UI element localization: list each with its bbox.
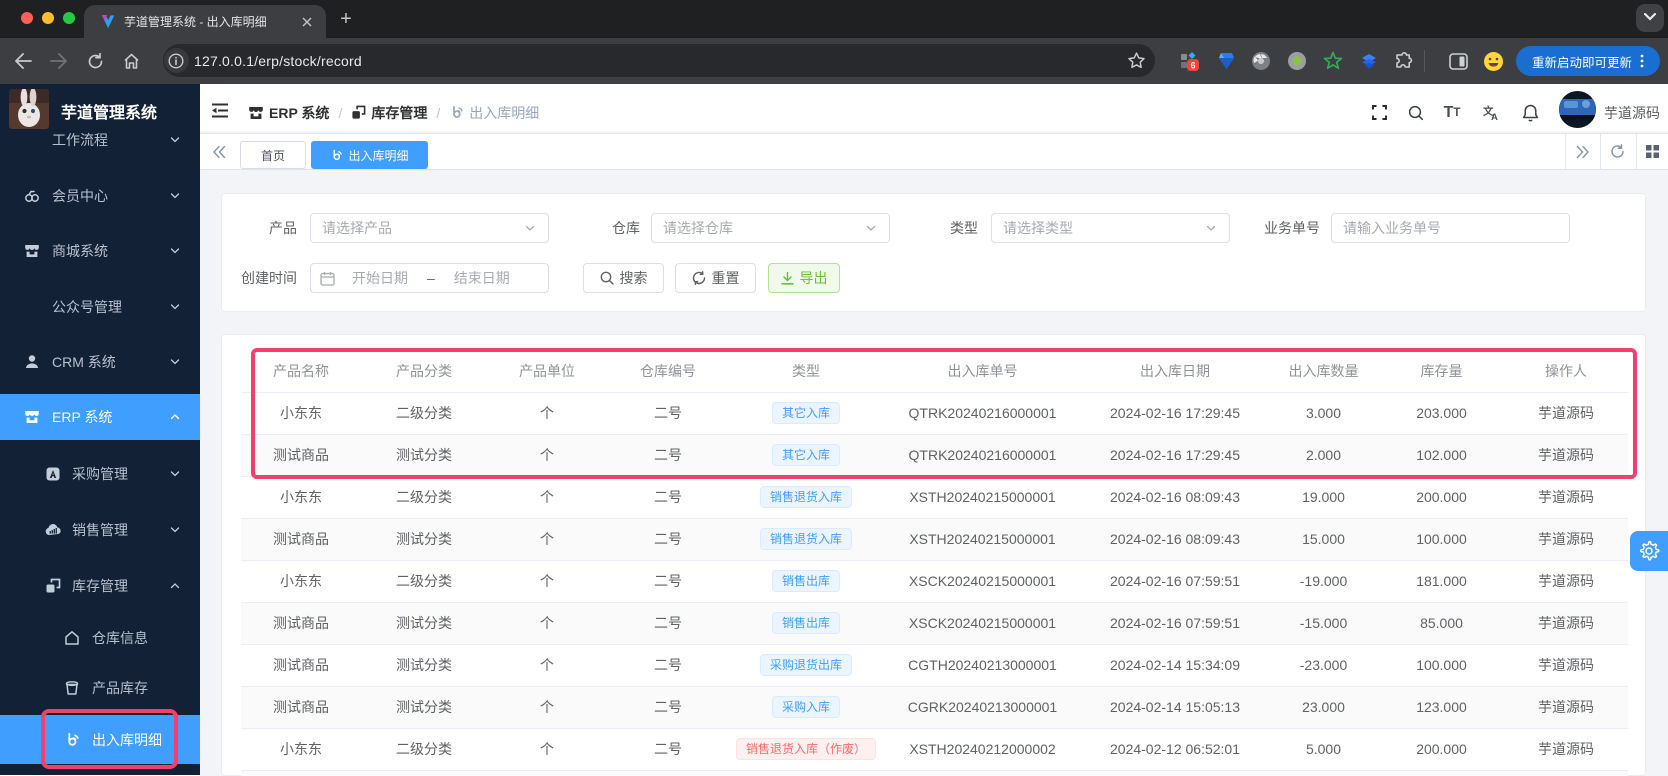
svg-text:6: 6: [1190, 61, 1195, 71]
svg-text:A: A: [1491, 112, 1498, 121]
